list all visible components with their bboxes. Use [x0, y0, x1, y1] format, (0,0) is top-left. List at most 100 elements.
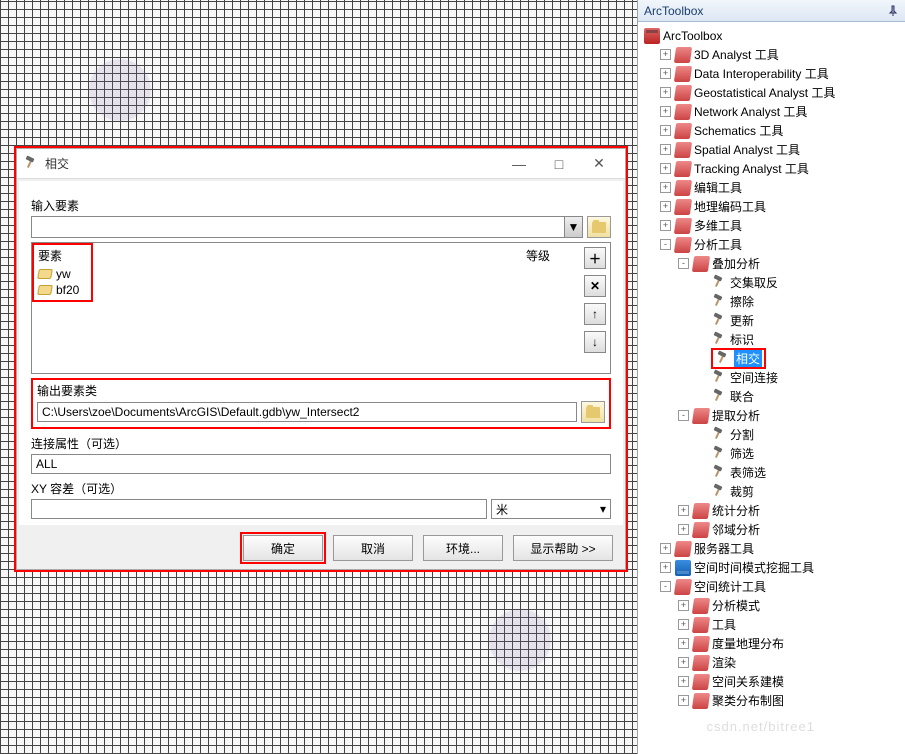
input-features-label: 输入要素 — [31, 197, 611, 214]
tree-item[interactable]: +编辑工具 — [642, 178, 903, 197]
tree-item[interactable]: +Network Analyst 工具 — [642, 102, 903, 121]
expand-toggle[interactable]: + — [660, 562, 671, 573]
tree-item[interactable]: +空间时间模式挖掘工具 — [642, 558, 903, 577]
minimize-button[interactable]: — — [499, 153, 539, 175]
tree-item[interactable]: 标识 — [642, 330, 903, 349]
tree-item[interactable]: +Geostatistical Analyst 工具 — [642, 83, 903, 102]
environments-button[interactable]: 环境... — [423, 535, 503, 561]
output-browse-button[interactable] — [581, 401, 605, 423]
show-help-button[interactable]: 显示帮助 >> — [513, 535, 613, 561]
expand-toggle[interactable]: + — [660, 182, 671, 193]
tree-item[interactable]: + Spatial Analyst 工具 — [642, 140, 903, 159]
maximize-button[interactable]: □ — [539, 153, 579, 175]
toolbox-icon — [674, 123, 692, 139]
unit-select[interactable]: 米 ▾ — [491, 499, 611, 519]
ok-button[interactable]: 确定 — [243, 535, 323, 561]
tree-root[interactable]: ArcToolbox — [642, 26, 903, 45]
tree-item[interactable]: -叠加分析 — [642, 254, 903, 273]
dialog-titlebar[interactable]: 相交 — □ ✕ — [17, 149, 625, 179]
expand-toggle[interactable]: + — [660, 144, 671, 155]
expand-toggle[interactable]: + — [678, 619, 689, 630]
join-attr-select[interactable] — [31, 454, 611, 474]
tree-item[interactable]: +空间关系建模 — [642, 672, 903, 691]
tree-item-label: 擦除 — [730, 293, 754, 310]
tree-item[interactable]: +3D Analyst 工具 — [642, 45, 903, 64]
expand-toggle[interactable]: + — [660, 106, 671, 117]
tree-item[interactable]: 交集取反 — [642, 273, 903, 292]
tree-item[interactable]: 空间连接 — [642, 368, 903, 387]
expand-toggle[interactable]: - — [678, 258, 689, 269]
tree-item[interactable]: 擦除 — [642, 292, 903, 311]
add-item-button[interactable]: ＋ — [584, 247, 606, 269]
expand-toggle[interactable]: + — [660, 87, 671, 98]
toolbox-icon — [674, 541, 692, 557]
expand-toggle[interactable]: - — [660, 581, 671, 592]
tree-item[interactable]: -空间统计工具 — [642, 577, 903, 596]
tree-item[interactable]: +多维工具 — [642, 216, 903, 235]
expand-toggle[interactable]: - — [660, 239, 671, 250]
expand-toggle[interactable]: + — [678, 695, 689, 706]
tree-item[interactable]: +地理编码工具 — [642, 197, 903, 216]
tree-item[interactable]: + 工具 — [642, 615, 903, 634]
tree-item[interactable]: +聚类分布制图 — [642, 691, 903, 710]
expand-toggle[interactable]: + — [678, 657, 689, 668]
expand-toggle[interactable]: + — [678, 505, 689, 516]
tree-item[interactable]: +统计分析 — [642, 501, 903, 520]
tree-item-label: 工具 — [712, 616, 736, 633]
toolbox-icon — [674, 161, 692, 177]
tree-item-label: 空间连接 — [730, 369, 778, 386]
dialog-title: 相交 — [45, 155, 499, 172]
tree-item[interactable]: + Tracking Analyst 工具 — [642, 159, 903, 178]
expand-toggle[interactable]: + — [678, 524, 689, 535]
expand-toggle[interactable]: + — [660, 49, 671, 60]
tree-item[interactable]: 分割 — [642, 425, 903, 444]
tree-item-label: Schematics 工具 — [694, 122, 783, 139]
expand-toggle[interactable]: + — [660, 68, 671, 79]
close-button[interactable]: ✕ — [579, 153, 619, 175]
toolbox-tree[interactable]: ArcToolbox +3D Analyst 工具+Data Interoper… — [638, 22, 905, 754]
xy-tol-input[interactable] — [31, 499, 487, 519]
expand-toggle[interactable]: + — [660, 201, 671, 212]
toolbox-icon — [692, 522, 710, 538]
input-browse-button[interactable] — [587, 216, 611, 238]
move-down-button[interactable]: ↓ — [584, 331, 606, 353]
tree-item[interactable]: -提取分析 — [642, 406, 903, 425]
list-item[interactable]: yw — [34, 266, 83, 282]
output-path-input[interactable] — [37, 402, 577, 422]
tree-item[interactable]: 联合 — [642, 387, 903, 406]
move-up-button[interactable]: ↑ — [584, 303, 606, 325]
panel-header[interactable]: ArcToolbox — [638, 0, 905, 22]
tree-item[interactable]: +分析模式 — [642, 596, 903, 615]
expand-toggle[interactable]: + — [678, 600, 689, 611]
tree-item[interactable]: +服务器工具 — [642, 539, 903, 558]
tree-item[interactable]: +Data Interoperability 工具 — [642, 64, 903, 83]
tree-item-label: Tracking Analyst 工具 — [694, 160, 809, 177]
tree-item[interactable]: +度量地理分布 — [642, 634, 903, 653]
tree-item-label: Spatial Analyst 工具 — [694, 141, 800, 158]
pin-icon[interactable] — [887, 5, 899, 17]
list-item[interactable]: bf20 — [34, 282, 83, 298]
tree-item[interactable]: 筛选 — [642, 444, 903, 463]
input-features-combo[interactable]: ▼ — [31, 216, 583, 238]
tree-item[interactable]: 相交 — [642, 349, 903, 368]
expand-toggle[interactable]: + — [660, 220, 671, 231]
tree-item[interactable]: +邻域分析 — [642, 520, 903, 539]
tree-item[interactable]: 裁剪 — [642, 482, 903, 501]
expand-toggle[interactable]: + — [678, 676, 689, 687]
tree-item[interactable]: -分析工具 — [642, 235, 903, 254]
tree-item[interactable]: + Schematics 工具 — [642, 121, 903, 140]
tree-item[interactable]: +渲染 — [642, 653, 903, 672]
tree-item[interactable]: 更新 — [642, 311, 903, 330]
expand-toggle[interactable]: + — [660, 543, 671, 554]
expand-toggle[interactable]: + — [660, 125, 671, 136]
tree-item[interactable]: 表筛选 — [642, 463, 903, 482]
combo-dropdown-button[interactable]: ▼ — [564, 217, 582, 237]
remove-item-button[interactable]: ✕ — [584, 275, 606, 297]
features-list[interactable]: 要素 yw bf20 等级 — [32, 243, 580, 373]
toolbox-icon — [674, 142, 692, 158]
expand-toggle[interactable]: - — [678, 410, 689, 421]
expand-toggle[interactable]: + — [660, 163, 671, 174]
toolbox-icon — [674, 85, 692, 101]
expand-toggle[interactable]: + — [678, 638, 689, 649]
cancel-button[interactable]: 取消 — [333, 535, 413, 561]
